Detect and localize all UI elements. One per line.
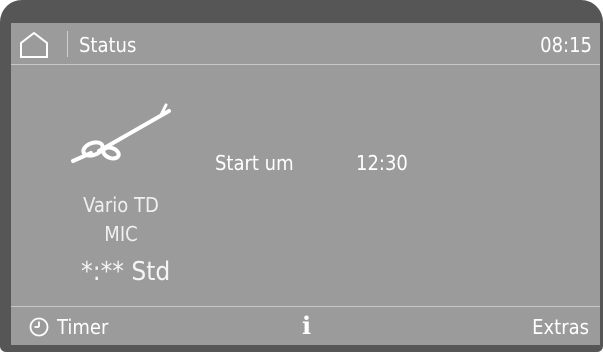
- timer-label: Timer: [57, 315, 109, 339]
- footer-bar: Timer i Extras: [11, 306, 600, 345]
- status-header: Status 08:15: [11, 23, 600, 65]
- clock-display: 08:15: [540, 33, 592, 57]
- device-bezel: Status 08:15 Vario TD MIC *:** Std Start…: [0, 0, 603, 352]
- display-screen: Status 08:15 Vario TD MIC *:** Std Start…: [11, 23, 600, 345]
- program-duration: *:** Std: [81, 257, 171, 287]
- header-divider: [67, 31, 68, 57]
- home-icon[interactable]: [19, 31, 49, 59]
- start-time[interactable]: 12:30: [356, 151, 408, 175]
- extras-button[interactable]: Extras: [532, 315, 589, 339]
- timer-button[interactable]: Timer: [29, 313, 108, 341]
- page-title: Status: [79, 33, 137, 57]
- program-subtitle: MIC: [104, 222, 138, 246]
- clock-icon: [29, 317, 49, 337]
- program-name: Vario TD: [83, 193, 159, 217]
- info-icon[interactable]: i: [302, 311, 311, 341]
- instrument-icon: [71, 103, 171, 163]
- start-label: Start um: [215, 151, 294, 175]
